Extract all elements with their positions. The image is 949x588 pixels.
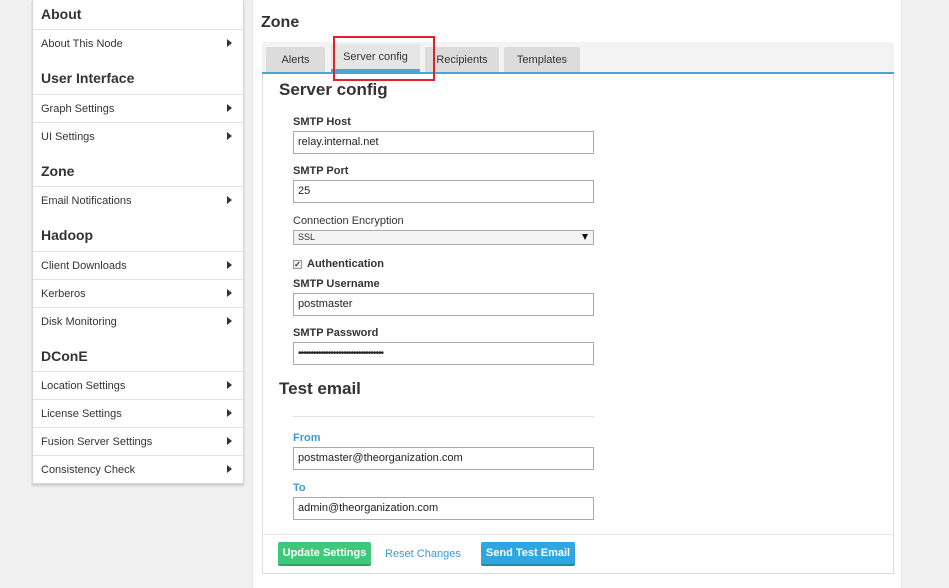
chevron-right-icon [227,261,232,269]
sidebar-heading-about: About [41,6,82,22]
sidebar-item-license-settings[interactable]: License Settings [33,399,243,427]
sidebar-item-ui-settings[interactable]: UI Settings [33,122,243,150]
sidebar-item-about-this-node[interactable]: About This Node [33,29,243,57]
sidebar-item-consistency-check[interactable]: Consistency Check [33,455,243,483]
tab-alerts[interactable]: Alerts [266,47,325,72]
smtp-host-input[interactable]: relay.internal.net [293,131,594,154]
smtp-port-label: SMTP Port [293,165,349,177]
sidebar-item-email-notifications[interactable]: Email Notifications [33,186,243,214]
tab-recipients[interactable]: Recipients [425,47,499,72]
sidebar-item-graph-settings[interactable]: Graph Settings [33,94,243,122]
authentication-checkbox[interactable]: ✓ [293,259,302,269]
update-settings-button[interactable]: Update Settings [278,542,371,566]
reset-changes-link[interactable]: Reset Changes [385,548,461,560]
sidebar-heading-dcone: DConE [41,348,88,364]
to-input[interactable]: admin@theorganization.com [293,497,594,520]
sidebar: About About This Node User Interface Gra… [32,0,244,484]
smtp-password-label: SMTP Password [293,327,379,339]
footer-divider [263,534,893,535]
chevron-right-icon [227,104,232,112]
encryption-select[interactable]: SSL [293,230,594,245]
tab-server-config[interactable]: Server config [331,44,420,72]
server-config-heading: Server config [279,80,388,99]
to-label: To [293,482,306,494]
smtp-username-input[interactable]: postmaster [293,293,594,316]
sidebar-heading-zone: Zone [41,163,75,179]
chevron-right-icon [227,317,232,325]
smtp-port-input[interactable]: 25 [293,180,594,203]
chevron-right-icon [227,39,232,47]
sidebar-item-fusion-server-settings[interactable]: Fusion Server Settings [33,427,243,455]
tab-bar: Alerts Server config Recipients Template… [262,36,894,81]
test-email-divider [293,416,594,417]
sidebar-heading-hadoop: Hadoop [41,227,94,243]
smtp-password-input[interactable]: •••••••••••••••••••••••••••••••••• [293,342,594,365]
from-input[interactable]: postmaster@theorganization.com [293,447,594,470]
sidebar-item-location-settings[interactable]: Location Settings [33,371,243,399]
page-title: Zone [261,14,300,31]
chevron-right-icon [227,437,232,445]
main-content: Zone Alerts Server config Recipients Tem… [252,0,902,588]
smtp-host-label: SMTP Host [293,116,351,128]
caret-down-icon [582,234,588,240]
chevron-right-icon [227,289,232,297]
from-label: From [293,432,321,444]
sidebar-item-kerberos[interactable]: Kerberos [33,279,243,307]
chevron-right-icon [227,196,232,204]
test-email-heading: Test email [279,379,361,398]
sidebar-heading-user-interface: User Interface [41,70,135,86]
authentication-row[interactable]: ✓ Authentication [293,258,384,270]
encryption-label: Connection Encryption [293,215,404,227]
chevron-right-icon [227,381,232,389]
sidebar-item-client-downloads[interactable]: Client Downloads [33,251,243,279]
chevron-right-icon [227,409,232,417]
tab-templates[interactable]: Templates [504,47,580,72]
chevron-right-icon [227,465,232,473]
chevron-right-icon [227,132,232,140]
send-test-email-button[interactable]: Send Test Email [481,542,575,566]
sidebar-item-disk-monitoring[interactable]: Disk Monitoring [33,307,243,335]
server-config-panel: Server config SMTP Host relay.internal.n… [262,74,894,574]
authentication-label: Authentication [307,258,384,270]
smtp-username-label: SMTP Username [293,278,380,290]
